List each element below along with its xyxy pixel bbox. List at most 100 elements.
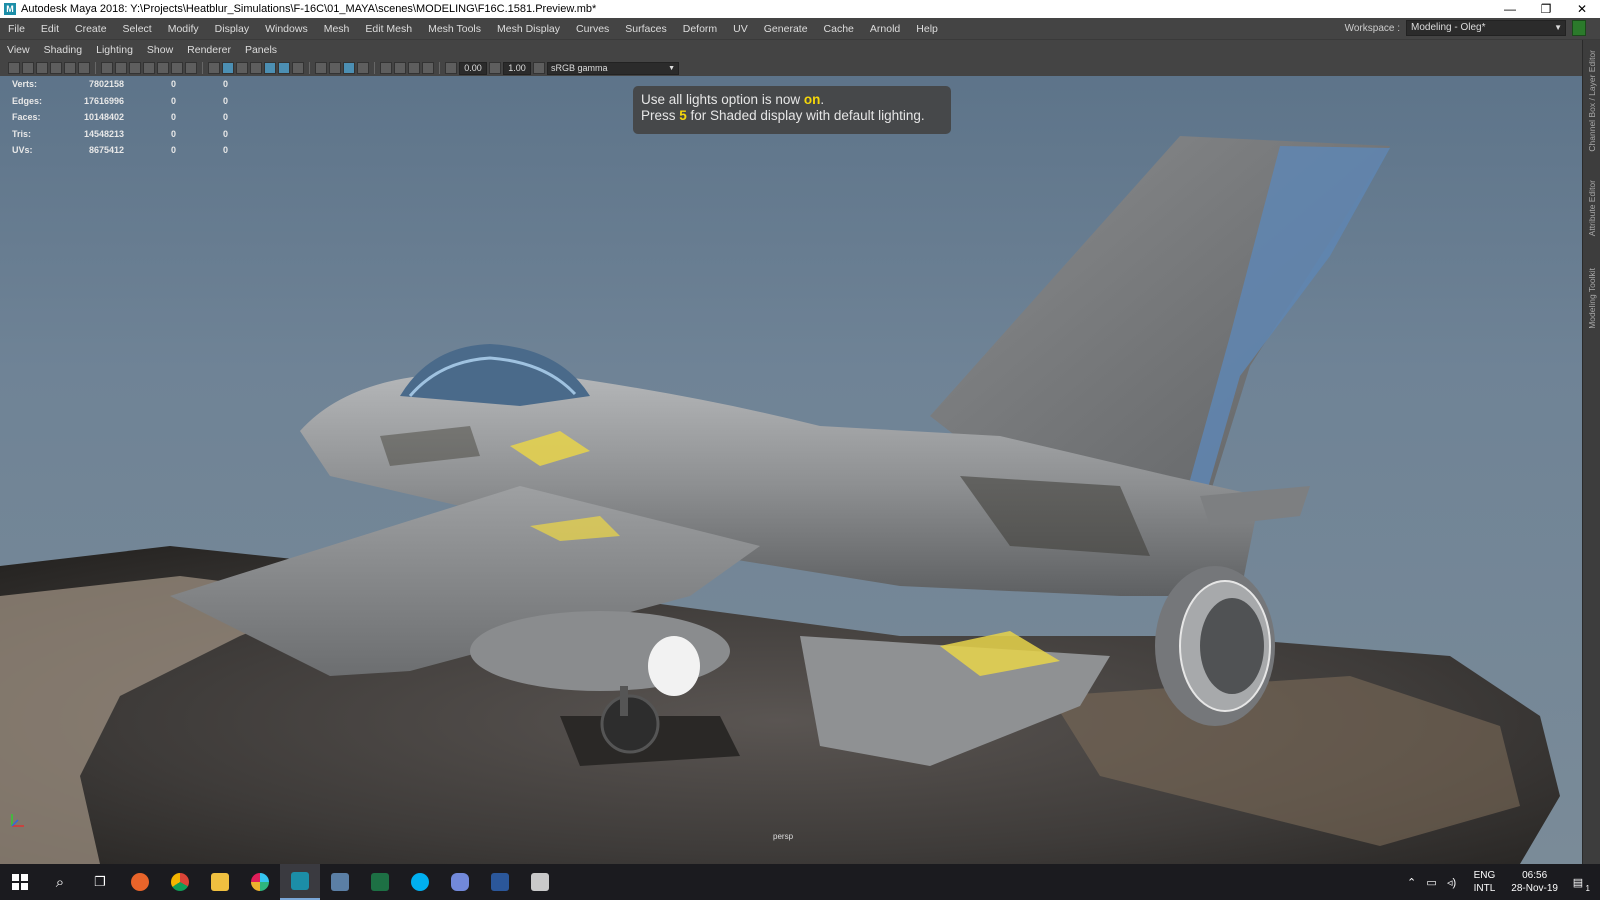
- firefox-button[interactable]: [120, 864, 160, 900]
- network-icon[interactable]: ▭: [1424, 876, 1440, 889]
- panel-menu-renderer[interactable]: Renderer: [180, 44, 238, 56]
- panel-menu-lighting[interactable]: Lighting: [89, 44, 140, 56]
- menu-edit[interactable]: Edit: [33, 23, 67, 35]
- minimize-button[interactable]: —: [1492, 0, 1528, 18]
- panel-menu-shading[interactable]: Shading: [37, 44, 90, 56]
- menu-file[interactable]: File: [0, 23, 33, 35]
- volume-icon[interactable]: ◃): [1444, 876, 1460, 889]
- gate-mask-icon[interactable]: [143, 62, 155, 74]
- skype-button[interactable]: [400, 864, 440, 900]
- grease-pencil-icon[interactable]: [78, 62, 90, 74]
- hud-row-uvs: UVs: 8675412 0 0: [12, 142, 228, 159]
- menu-modify[interactable]: Modify: [160, 23, 207, 35]
- menu-curves[interactable]: Curves: [568, 23, 617, 35]
- panel-menu-show[interactable]: Show: [140, 44, 180, 56]
- search-button[interactable]: ⌕: [40, 864, 80, 900]
- menu-select[interactable]: Select: [115, 23, 160, 35]
- xray-icon[interactable]: [394, 62, 406, 74]
- view-transform-select[interactable]: sRGB gamma ▼: [547, 61, 679, 75]
- workspace-select[interactable]: Modeling - Oleg* ▼: [1406, 20, 1566, 36]
- use-all-lights-icon[interactable]: [278, 62, 290, 74]
- image-plane-icon[interactable]: [50, 62, 62, 74]
- select-camera-icon[interactable]: [8, 62, 20, 74]
- perspective-viewport[interactable]: View Shading Lighting Show Renderer Pane…: [0, 40, 1582, 864]
- menu-arnold[interactable]: Arnold: [862, 23, 908, 35]
- file-explorer-button[interactable]: [200, 864, 240, 900]
- menu-help[interactable]: Help: [908, 23, 946, 35]
- menu-edit-mesh[interactable]: Edit Mesh: [357, 23, 420, 35]
- discord-button[interactable]: [440, 864, 480, 900]
- menu-deform[interactable]: Deform: [675, 23, 725, 35]
- start-button[interactable]: [0, 864, 40, 900]
- word-button[interactable]: [480, 864, 520, 900]
- color-management-icon[interactable]: [533, 62, 545, 74]
- xray-joints-icon[interactable]: [408, 62, 420, 74]
- main-menu-bar: File Edit Create Select Modify Display W…: [0, 18, 1600, 40]
- isolate-select-icon[interactable]: [380, 62, 392, 74]
- generic-app-button[interactable]: [520, 864, 560, 900]
- maya-button[interactable]: [280, 864, 320, 900]
- shadows-icon[interactable]: [292, 62, 304, 74]
- menu-create[interactable]: Create: [67, 23, 115, 35]
- close-button[interactable]: ✕: [1564, 0, 1600, 18]
- chrome-button[interactable]: [160, 864, 200, 900]
- menu-windows[interactable]: Windows: [257, 23, 316, 35]
- discord-icon: [451, 873, 469, 891]
- tab-channel-box[interactable]: Channel Box / Layer Editor: [1587, 50, 1597, 152]
- slack-button[interactable]: [240, 864, 280, 900]
- task-view-button[interactable]: ❐: [80, 864, 120, 900]
- gamma-icon[interactable]: [489, 62, 501, 74]
- anti-aliasing-icon[interactable]: [343, 62, 355, 74]
- smooth-shade-icon[interactable]: [222, 62, 234, 74]
- film-gate-icon[interactable]: [115, 62, 127, 74]
- hud-value: 0: [170, 79, 176, 90]
- default-material-icon[interactable]: [236, 62, 248, 74]
- exposure-field[interactable]: 0.00: [459, 61, 487, 75]
- exposure-icon[interactable]: [445, 62, 457, 74]
- clock[interactable]: 06:56 28-Nov-19: [1511, 869, 1558, 895]
- wireframe-icon[interactable]: [208, 62, 220, 74]
- menu-mesh-tools[interactable]: Mesh Tools: [420, 23, 489, 35]
- app-window-button[interactable]: [320, 864, 360, 900]
- chevron-up-icon[interactable]: ⌃: [1404, 876, 1420, 889]
- menu-uv[interactable]: UV: [725, 23, 756, 35]
- two-d-pan-zoom-icon[interactable]: [64, 62, 76, 74]
- xray-components-icon[interactable]: [422, 62, 434, 74]
- menu-generate[interactable]: Generate: [756, 23, 816, 35]
- input-language[interactable]: ENG INTL: [1474, 869, 1496, 895]
- intake-nose-cone: [648, 636, 700, 696]
- menu-mesh[interactable]: Mesh: [316, 23, 358, 35]
- chevron-down-icon: ▼: [668, 64, 675, 72]
- bookmark-icon[interactable]: [36, 62, 48, 74]
- safe-title-icon[interactable]: [185, 62, 197, 74]
- motion-blur-icon[interactable]: [329, 62, 341, 74]
- hud-label: Tris:: [12, 128, 32, 139]
- menu-mesh-display[interactable]: Mesh Display: [489, 23, 568, 35]
- safe-action-icon[interactable]: [171, 62, 183, 74]
- menu-cache[interactable]: Cache: [816, 23, 862, 35]
- lock-icon[interactable]: [1572, 20, 1586, 36]
- restore-button[interactable]: ❐: [1528, 0, 1564, 18]
- hud-label: UVs:: [12, 145, 33, 156]
- textured-icon[interactable]: [264, 62, 276, 74]
- chevron-down-icon: ▼: [1554, 23, 1562, 32]
- depth-of-field-icon[interactable]: [357, 62, 369, 74]
- camera-attributes-icon[interactable]: [22, 62, 34, 74]
- panel-menu-view[interactable]: View: [0, 44, 37, 56]
- wireframe-on-shaded-icon[interactable]: [250, 62, 262, 74]
- panel-menu-panels[interactable]: Panels: [238, 44, 284, 56]
- tab-attribute-editor[interactable]: Attribute Editor: [1587, 180, 1597, 236]
- panel-toolbar: 0.00 1.00 sRGB gamma ▼: [0, 60, 1582, 76]
- resolution-gate-icon[interactable]: [129, 62, 141, 74]
- side-tab-strip: Channel Box / Layer Editor Attribute Edi…: [1582, 40, 1600, 864]
- field-chart-icon[interactable]: [157, 62, 169, 74]
- grid-icon[interactable]: [101, 62, 113, 74]
- screen-space-ao-icon[interactable]: [315, 62, 327, 74]
- tab-modeling-toolkit[interactable]: Modeling Toolkit: [1587, 268, 1597, 329]
- gamma-field[interactable]: 1.00: [503, 61, 531, 75]
- menu-display[interactable]: Display: [207, 23, 257, 35]
- excel-button[interactable]: [360, 864, 400, 900]
- notification-icon[interactable]: ▤ 1: [1570, 876, 1590, 893]
- menu-surfaces[interactable]: Surfaces: [617, 23, 674, 35]
- system-tray: ⌃ ▭ ◃) ENG INTL 06:56 28-Nov-19 ▤ 1: [1404, 864, 1600, 900]
